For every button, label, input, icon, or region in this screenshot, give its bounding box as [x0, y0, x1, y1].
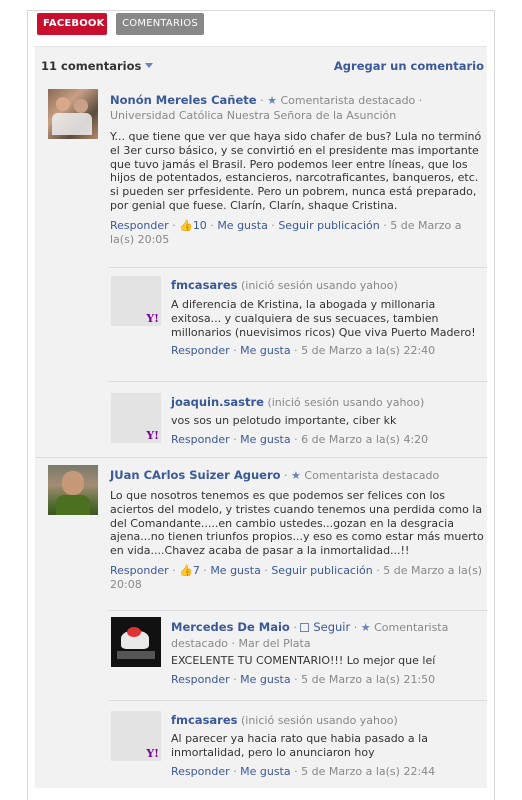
- avatar: Y!: [111, 393, 161, 443]
- follow-link[interactable]: Seguir: [313, 620, 350, 634]
- reply-actions: Responder · Me gusta · 6 de Marzo a la(s…: [171, 433, 485, 447]
- reply-link[interactable]: Responder: [110, 564, 169, 577]
- reply-text: A diferencia de Kristina, la abogada y m…: [171, 298, 485, 339]
- reply-link[interactable]: Responder: [171, 673, 230, 686]
- reply-link[interactable]: Responder: [171, 344, 230, 357]
- reply-author[interactable]: Mercedes De Maio: [171, 620, 290, 634]
- reply-text: vos sos un pelotudo importante, ciber kk: [171, 414, 485, 428]
- comment-actions: Responder · 👍10 · Me gusta · Seguir publ…: [110, 219, 484, 247]
- like-link[interactable]: Me gusta: [240, 673, 291, 686]
- reply-date[interactable]: 5 de Marzo a la(s) 21:50: [301, 673, 435, 686]
- login-provider: (inició sesión usando yahoo): [241, 279, 398, 292]
- tab-comments[interactable]: COMENTARIOS: [116, 13, 204, 35]
- reply-date[interactable]: 5 de Marzo a la(s) 22:44: [301, 765, 435, 778]
- tab-facebook[interactable]: FACEBOOK: [37, 13, 107, 35]
- like-link[interactable]: Me gusta: [240, 344, 291, 357]
- commenter-affiliation: Universidad Católica Nuestra Señora de l…: [110, 109, 484, 123]
- reply-link[interactable]: Responder: [171, 765, 230, 778]
- comment: Nonón Mereles Cañete · ★ Comentarista de…: [35, 85, 487, 460]
- like-count[interactable]: 7: [193, 564, 200, 577]
- reply-text: EXCELENTE TU COMENTARIO!!! Lo mejor que …: [171, 654, 485, 668]
- reply-actions: Responder · Me gusta · 5 de Marzo a la(s…: [171, 344, 485, 358]
- like-count[interactable]: 10: [193, 219, 207, 232]
- yahoo-icon: Y!: [146, 312, 159, 325]
- like-link[interactable]: Me gusta: [210, 564, 261, 577]
- reply-date[interactable]: 6 de Marzo a la(s) 4:20: [301, 433, 428, 446]
- reply: Y! fmcasares (inició sesión usando yahoo…: [108, 267, 487, 380]
- avatar[interactable]: [111, 617, 161, 667]
- reply-location: Mar del Plata: [239, 637, 311, 650]
- featured-badge: Comentarista destacado: [304, 469, 439, 482]
- reply: Y! fmcasares (inició sesión usando yahoo…: [108, 700, 487, 790]
- reply-text: Al parecer ya hacia rato que habia pasad…: [171, 732, 485, 760]
- rss-icon: [300, 623, 309, 632]
- commenter-name[interactable]: JUan CArlos Suizer Aguero: [110, 468, 281, 482]
- reply-link[interactable]: Responder: [110, 219, 169, 232]
- reply-author[interactable]: fmcasares: [171, 278, 237, 292]
- like-link[interactable]: Me gusta: [217, 219, 268, 232]
- follow-post-link[interactable]: Seguir publicación: [271, 564, 372, 577]
- like-link[interactable]: Me gusta: [240, 765, 291, 778]
- like-link[interactable]: Me gusta: [240, 433, 291, 446]
- chevron-down-icon: [145, 63, 153, 68]
- featured-badge: Comentarista destacado: [280, 94, 415, 107]
- yahoo-icon: Y!: [146, 429, 159, 442]
- yahoo-icon: Y!: [146, 747, 159, 760]
- reply-date[interactable]: 5 de Marzo a la(s) 22:40: [301, 344, 435, 357]
- star-icon: ★: [267, 94, 277, 107]
- login-provider: (inició sesión usando yahoo): [241, 714, 398, 727]
- comments-header: 11 comentarios Agregar un comentario: [35, 46, 487, 85]
- avatar: Y!: [111, 711, 161, 761]
- comment-list: Nonón Mereles Cañete · ★ Comentarista de…: [35, 85, 487, 788]
- comment-text: Lo que nosotros tenemos es que podemos s…: [110, 489, 484, 558]
- comment-actions: Responder · 👍7 · Me gusta · Seguir publi…: [110, 564, 484, 592]
- commenter-name[interactable]: Nonón Mereles Cañete: [110, 93, 257, 107]
- comment-text: Y... que tiene que ver que haya sido cha…: [110, 130, 484, 213]
- comment-count-dropdown[interactable]: 11 comentarios: [41, 59, 153, 73]
- reply-author[interactable]: fmcasares: [171, 713, 237, 727]
- avatar: Y!: [111, 276, 161, 326]
- reply-link[interactable]: Responder: [171, 433, 230, 446]
- reply-actions: Responder · Me gusta · 5 de Marzo a la(s…: [171, 673, 485, 687]
- comment-count-label: 11 comentarios: [41, 59, 141, 73]
- thumbs-up-icon: 👍: [179, 564, 193, 577]
- reply: Mercedes De Maio · Seguir · ★ Comentaris…: [108, 610, 487, 699]
- thumbs-up-icon: 👍: [179, 219, 193, 232]
- star-icon: ★: [361, 621, 371, 634]
- reply-actions: Responder · Me gusta · 5 de Marzo a la(s…: [171, 765, 485, 779]
- add-comment-link[interactable]: Agregar un comentario: [334, 59, 484, 73]
- reply: Y! joaquin.sastre (inició sesión usando …: [108, 381, 487, 451]
- comment: JUan CArlos Suizer Aguero · ★ Comentaris…: [35, 457, 487, 792]
- login-provider: (inició sesión usando yahoo): [267, 396, 424, 409]
- follow-post-link[interactable]: Seguir publicación: [278, 219, 379, 232]
- avatar[interactable]: [48, 465, 98, 515]
- reply-author[interactable]: joaquin.sastre: [171, 395, 264, 409]
- star-icon: ★: [291, 469, 301, 482]
- avatar[interactable]: [48, 89, 98, 139]
